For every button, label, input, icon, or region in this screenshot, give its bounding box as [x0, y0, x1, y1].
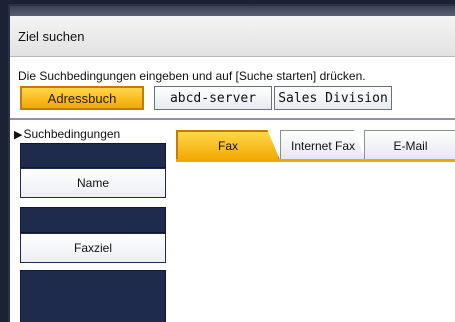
fax-destination-field-button[interactable]: Faxziel	[20, 233, 166, 263]
title-bar: Ziel suchen	[10, 16, 455, 57]
fax-field-header	[20, 207, 166, 233]
triangle-right-icon: ▶	[14, 128, 23, 141]
separator	[10, 118, 455, 120]
search-conditions-label: ▶ Suchbedingungen	[14, 127, 120, 141]
name-field-header	[20, 143, 166, 168]
tab-underline	[176, 159, 455, 162]
tab-email[interactable]: E-Mail	[364, 130, 455, 160]
tab-internet-fax[interactable]: Internet Fax	[280, 130, 366, 160]
address-book-button[interactable]: Adressbuch	[20, 86, 144, 110]
instruction-text: Die Suchbedingungen eingeben und auf [Su…	[18, 69, 366, 83]
search-conditions-text: Suchbedingungen	[23, 127, 121, 141]
tab-fax[interactable]: Fax	[176, 130, 280, 160]
name-field-button[interactable]: Name	[20, 168, 166, 198]
sales-division-button[interactable]: Sales Division	[274, 86, 392, 110]
page-title: Ziel suchen	[18, 29, 85, 44]
extra-field-block	[20, 270, 166, 322]
top-strip	[10, 6, 455, 16]
abcd-server-button[interactable]: abcd-server	[154, 86, 272, 110]
search-destination-panel: Ziel suchen Die Suchbedingungen eingeben…	[8, 4, 455, 322]
